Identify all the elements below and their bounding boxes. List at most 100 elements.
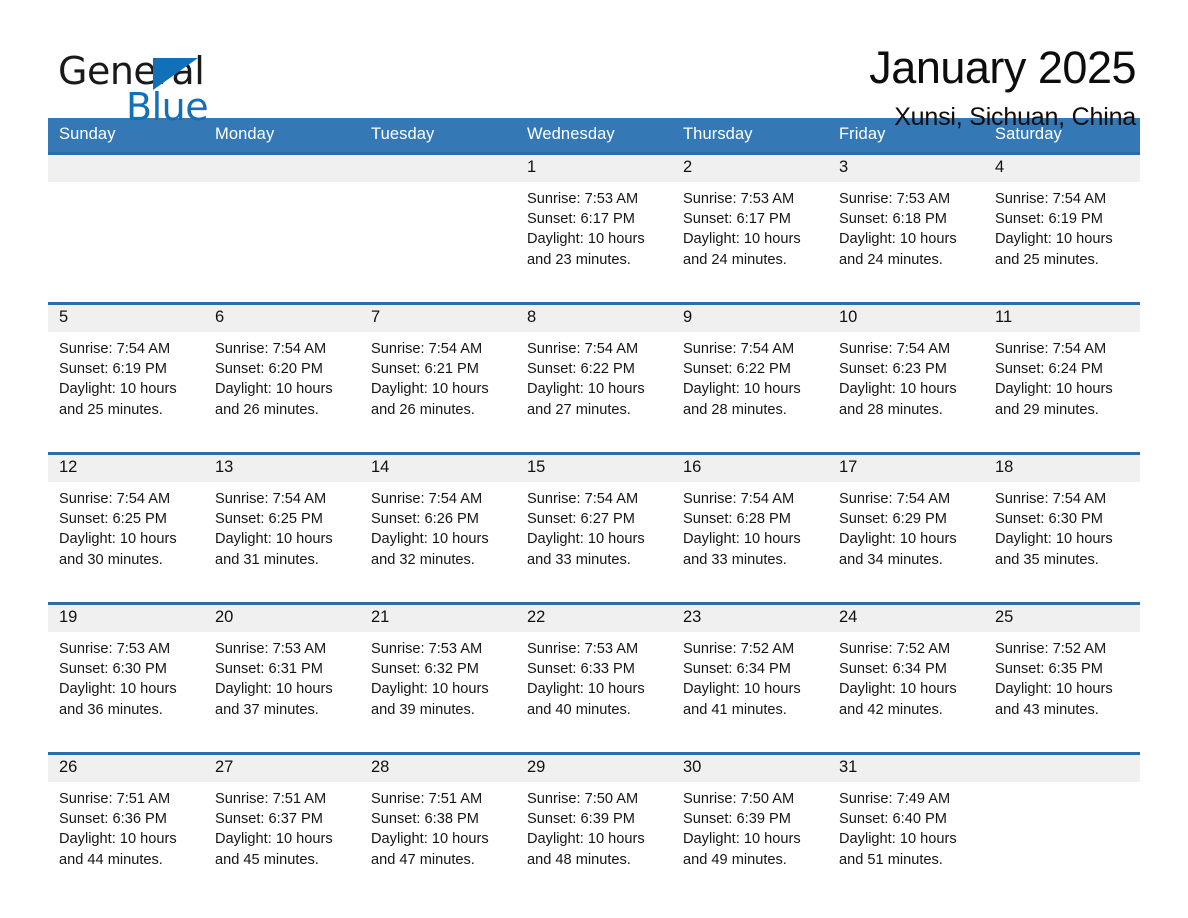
day-sun-info: Sunrise: 7:54 AM Sunset: 6:21 PM Dayligh… bbox=[371, 341, 489, 418]
calendar-day-cell[interactable]: 8 Sunrise: 7:54 AM Sunset: 6:22 PM Daylig… bbox=[516, 302, 672, 439]
calendar-day-cell[interactable]: 5 Sunrise: 7:54 AM Sunset: 6:19 PM Daylig… bbox=[48, 302, 204, 439]
day-cell-content: 14 Sunrise: 7:54 AM Sunset: 6:26 PM Dayli… bbox=[360, 455, 516, 589]
day-cell-content: 4 Sunrise: 7:54 AM Sunset: 6:19 PM Daylig… bbox=[984, 155, 1140, 289]
calendar-day-cell[interactable]: 11 Sunrise: 7:54 AM Sunset: 6:24 PM Dayli… bbox=[984, 302, 1140, 439]
day-cell-content: 10 Sunrise: 7:54 AM Sunset: 6:23 PM Dayli… bbox=[828, 305, 984, 439]
day-sun-info: Sunrise: 7:54 AM Sunset: 6:22 PM Dayligh… bbox=[527, 341, 645, 418]
calendar-day-cell[interactable] bbox=[204, 152, 360, 289]
calendar-day-cell[interactable]: 9 Sunrise: 7:54 AM Sunset: 6:22 PM Daylig… bbox=[672, 302, 828, 439]
calendar-day-cell[interactable]: 4 Sunrise: 7:54 AM Sunset: 6:19 PM Daylig… bbox=[984, 152, 1140, 289]
day-sun-info: Sunrise: 7:53 AM Sunset: 6:30 PM Dayligh… bbox=[59, 641, 177, 718]
day-sun-info: Sunrise: 7:53 AM Sunset: 6:32 PM Dayligh… bbox=[371, 641, 489, 718]
calendar-day-cell[interactable] bbox=[48, 152, 204, 289]
calendar-day-cell[interactable]: 19 Sunrise: 7:53 AM Sunset: 6:30 PM Dayli… bbox=[48, 602, 204, 739]
day-cell-content: 6 Sunrise: 7:54 AM Sunset: 6:20 PM Daylig… bbox=[204, 305, 360, 439]
day-sun-info bbox=[984, 782, 1140, 789]
week-spacer bbox=[48, 289, 1140, 304]
day-cell-content: 7 Sunrise: 7:54 AM Sunset: 6:21 PM Daylig… bbox=[360, 305, 516, 439]
calendar-day-cell[interactable] bbox=[360, 152, 516, 289]
calendar-day-cell[interactable]: 26 Sunrise: 7:51 AM Sunset: 6:36 PM Dayli… bbox=[48, 752, 204, 889]
calendar-day-cell[interactable]: 21 Sunrise: 7:53 AM Sunset: 6:32 PM Dayli… bbox=[360, 602, 516, 739]
day-sun-info: Sunrise: 7:54 AM Sunset: 6:19 PM Dayligh… bbox=[995, 191, 1113, 268]
calendar-week-row: 19 Sunrise: 7:53 AM Sunset: 6:30 PM Dayli… bbox=[48, 602, 1140, 739]
calendar-day-cell[interactable]: 13 Sunrise: 7:54 AM Sunset: 6:25 PM Dayli… bbox=[204, 452, 360, 589]
day-sun-info: Sunrise: 7:54 AM Sunset: 6:25 PM Dayligh… bbox=[59, 491, 177, 568]
calendar-day-cell[interactable]: 16 Sunrise: 7:54 AM Sunset: 6:28 PM Dayli… bbox=[672, 452, 828, 589]
day-number: 8 bbox=[516, 305, 672, 332]
calendar-day-cell[interactable]: 15 Sunrise: 7:54 AM Sunset: 6:27 PM Dayli… bbox=[516, 452, 672, 589]
day-number bbox=[204, 155, 360, 182]
day-sun-info: Sunrise: 7:50 AM Sunset: 6:39 PM Dayligh… bbox=[527, 791, 645, 868]
calendar-day-cell[interactable]: 27 Sunrise: 7:51 AM Sunset: 6:37 PM Dayli… bbox=[204, 752, 360, 889]
day-number: 14 bbox=[360, 455, 516, 482]
logo-text-blue: Blue bbox=[126, 85, 209, 129]
day-number: 5 bbox=[48, 305, 204, 332]
day-cell-content: 2 Sunrise: 7:53 AM Sunset: 6:17 PM Daylig… bbox=[672, 155, 828, 289]
day-cell-content: 12 Sunrise: 7:54 AM Sunset: 6:25 PM Dayli… bbox=[48, 455, 204, 589]
day-cell-content: 1 Sunrise: 7:53 AM Sunset: 6:17 PM Daylig… bbox=[516, 155, 672, 289]
calendar-day-cell[interactable]: 18 Sunrise: 7:54 AM Sunset: 6:30 PM Dayli… bbox=[984, 452, 1140, 589]
calendar-day-cell[interactable]: 24 Sunrise: 7:52 AM Sunset: 6:34 PM Dayli… bbox=[828, 602, 984, 739]
calendar-body: 1 Sunrise: 7:53 AM Sunset: 6:17 PM Daylig… bbox=[48, 152, 1140, 889]
calendar-day-cell[interactable]: 30 Sunrise: 7:50 AM Sunset: 6:39 PM Dayli… bbox=[672, 752, 828, 889]
calendar-day-cell[interactable]: 7 Sunrise: 7:54 AM Sunset: 6:21 PM Daylig… bbox=[360, 302, 516, 439]
day-cell-content: 25 Sunrise: 7:52 AM Sunset: 6:35 PM Dayli… bbox=[984, 605, 1140, 739]
day-number: 31 bbox=[828, 755, 984, 782]
calendar-day-cell[interactable]: 10 Sunrise: 7:54 AM Sunset: 6:23 PM Dayli… bbox=[828, 302, 984, 439]
page-title: January 2025 bbox=[869, 42, 1136, 93]
calendar-table: Sunday Monday Tuesday Wednesday Thursday… bbox=[48, 118, 1140, 889]
calendar-day-cell[interactable]: 28 Sunrise: 7:51 AM Sunset: 6:38 PM Dayli… bbox=[360, 752, 516, 889]
day-sun-info: Sunrise: 7:49 AM Sunset: 6:40 PM Dayligh… bbox=[839, 791, 957, 868]
day-number: 16 bbox=[672, 455, 828, 482]
calendar-day-cell[interactable]: 14 Sunrise: 7:54 AM Sunset: 6:26 PM Dayli… bbox=[360, 452, 516, 589]
calendar-day-cell[interactable]: 23 Sunrise: 7:52 AM Sunset: 6:34 PM Dayli… bbox=[672, 602, 828, 739]
day-cell-content: 3 Sunrise: 7:53 AM Sunset: 6:18 PM Daylig… bbox=[828, 155, 984, 289]
calendar-day-cell[interactable]: 31 Sunrise: 7:49 AM Sunset: 6:40 PM Dayli… bbox=[828, 752, 984, 889]
day-number: 20 bbox=[204, 605, 360, 632]
calendar-day-cell[interactable]: 2 Sunrise: 7:53 AM Sunset: 6:17 PM Daylig… bbox=[672, 152, 828, 289]
calendar-day-cell[interactable]: 29 Sunrise: 7:50 AM Sunset: 6:39 PM Dayli… bbox=[516, 752, 672, 889]
day-sun-info: Sunrise: 7:54 AM Sunset: 6:29 PM Dayligh… bbox=[839, 491, 957, 568]
day-number: 19 bbox=[48, 605, 204, 632]
week-spacer bbox=[48, 439, 1140, 454]
calendar-week-row: 1 Sunrise: 7:53 AM Sunset: 6:17 PM Daylig… bbox=[48, 152, 1140, 289]
day-cell-content: 22 Sunrise: 7:53 AM Sunset: 6:33 PM Dayli… bbox=[516, 605, 672, 739]
day-number: 4 bbox=[984, 155, 1140, 182]
day-number bbox=[360, 155, 516, 182]
day-number: 3 bbox=[828, 155, 984, 182]
calendar-day-cell[interactable]: 12 Sunrise: 7:54 AM Sunset: 6:25 PM Dayli… bbox=[48, 452, 204, 589]
day-cell-content: 5 Sunrise: 7:54 AM Sunset: 6:19 PM Daylig… bbox=[48, 305, 204, 439]
day-sun-info: Sunrise: 7:51 AM Sunset: 6:36 PM Dayligh… bbox=[59, 791, 177, 868]
day-number: 17 bbox=[828, 455, 984, 482]
calendar-day-cell[interactable] bbox=[984, 752, 1140, 889]
calendar-day-cell[interactable]: 22 Sunrise: 7:53 AM Sunset: 6:33 PM Dayli… bbox=[516, 602, 672, 739]
weekday-header-tuesday: Tuesday bbox=[360, 118, 516, 154]
day-number: 2 bbox=[672, 155, 828, 182]
day-sun-info: Sunrise: 7:53 AM Sunset: 6:31 PM Dayligh… bbox=[215, 641, 333, 718]
day-sun-info bbox=[204, 182, 360, 189]
day-number: 29 bbox=[516, 755, 672, 782]
calendar-day-cell[interactable]: 1 Sunrise: 7:53 AM Sunset: 6:17 PM Daylig… bbox=[516, 152, 672, 289]
calendar-day-cell[interactable]: 3 Sunrise: 7:53 AM Sunset: 6:18 PM Daylig… bbox=[828, 152, 984, 289]
day-sun-info: Sunrise: 7:54 AM Sunset: 6:28 PM Dayligh… bbox=[683, 491, 801, 568]
day-sun-info: Sunrise: 7:51 AM Sunset: 6:37 PM Dayligh… bbox=[215, 791, 333, 868]
day-sun-info: Sunrise: 7:52 AM Sunset: 6:34 PM Dayligh… bbox=[683, 641, 801, 718]
day-number: 11 bbox=[984, 305, 1140, 332]
week-spacer-cell bbox=[48, 589, 1140, 604]
week-spacer bbox=[48, 589, 1140, 604]
day-cell-content: 21 Sunrise: 7:53 AM Sunset: 6:32 PM Dayli… bbox=[360, 605, 516, 739]
calendar-day-cell[interactable]: 20 Sunrise: 7:53 AM Sunset: 6:31 PM Dayli… bbox=[204, 602, 360, 739]
day-sun-info: Sunrise: 7:52 AM Sunset: 6:35 PM Dayligh… bbox=[995, 641, 1113, 718]
page-header: General Blue January 2025 Xunsi, Sichuan… bbox=[48, 0, 1140, 132]
day-cell-content bbox=[984, 755, 1140, 889]
day-cell-content: 26 Sunrise: 7:51 AM Sunset: 6:36 PM Dayli… bbox=[48, 755, 204, 889]
day-cell-content: 19 Sunrise: 7:53 AM Sunset: 6:30 PM Dayli… bbox=[48, 605, 204, 739]
day-sun-info: Sunrise: 7:54 AM Sunset: 6:22 PM Dayligh… bbox=[683, 341, 801, 418]
calendar-day-cell[interactable]: 25 Sunrise: 7:52 AM Sunset: 6:35 PM Dayli… bbox=[984, 602, 1140, 739]
calendar-day-cell[interactable]: 17 Sunrise: 7:54 AM Sunset: 6:29 PM Dayli… bbox=[828, 452, 984, 589]
generalblue-logo[interactable]: General Blue bbox=[48, 44, 238, 129]
day-sun-info: Sunrise: 7:54 AM Sunset: 6:26 PM Dayligh… bbox=[371, 491, 489, 568]
day-number: 18 bbox=[984, 455, 1140, 482]
calendar-day-cell[interactable]: 6 Sunrise: 7:54 AM Sunset: 6:20 PM Daylig… bbox=[204, 302, 360, 439]
day-cell-content: 18 Sunrise: 7:54 AM Sunset: 6:30 PM Dayli… bbox=[984, 455, 1140, 589]
